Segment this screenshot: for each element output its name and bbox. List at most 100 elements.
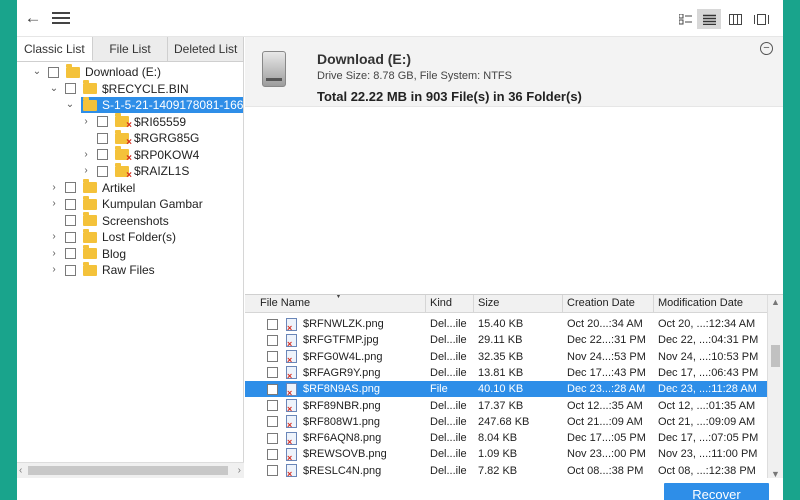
file-table: File Name ▼ Kind Size Creation Date Modi… [245,294,783,480]
tree-item[interactable]: › Kumpulan Gambar [49,195,203,212]
column-view-icon[interactable] [723,9,747,29]
tab-classic-list[interactable]: Classic List [17,37,93,61]
checkbox[interactable] [65,182,76,193]
checkbox[interactable] [97,149,108,160]
chevron-right-icon[interactable]: › [49,262,59,278]
checkbox[interactable] [97,165,108,177]
column-header-modification-date[interactable]: Modification Date [654,295,767,313]
file-name-text: $RF89NBR.png [303,399,381,412]
list-view-icon[interactable] [697,9,721,29]
column-header-kind[interactable]: Kind [426,295,474,313]
deleted-image-file-icon [286,431,297,445]
checkbox[interactable] [267,367,278,379]
tree-item[interactable]: $RGRG85G [81,129,200,148]
tree-item[interactable]: Screenshots [49,212,169,229]
tree-item[interactable]: › Artikel [49,179,135,196]
table-row[interactable]: $RF89NBR.png Del...ile 17.37 KB Oct 12...:3… [245,398,767,414]
tree-item-label: $RECYCLE.BIN [102,81,189,96]
cell-kind: Del...ile [430,366,467,379]
filmstrip-view-icon[interactable] [749,9,773,29]
checkbox[interactable] [65,83,76,94]
table-row[interactable]: $RF808W1.png Del...ile 247.68 KB Oct 21...:… [245,414,767,430]
tree-item[interactable]: ⌄ $RECYCLE.BIN [49,80,189,97]
cell-kind: Del...ile [430,350,467,363]
tree-item[interactable]: › Lost Folder(s) [49,228,176,245]
checkbox[interactable] [267,465,278,477]
table-row[interactable]: $RFG0W4L.png Del...ile 32.35 KB Nov 24...:5… [245,349,767,365]
table-row[interactable]: $RF6AQN8.png Del...ile 8.04 KB Dec 17...:05… [245,430,767,446]
tree-item-label: Raw Files [102,263,155,277]
table-row[interactable]: $RFAGR9Y.png Del...ile 13.81 KB Dec 17...:4… [245,365,767,381]
scroll-left-icon[interactable]: ‹ [19,463,22,478]
scrollbar-thumb[interactable] [771,345,780,367]
column-header-size[interactable]: Size [474,295,563,313]
checkbox[interactable] [65,215,76,226]
tree-item[interactable]: › $RAIZL1S [81,162,189,181]
checkbox[interactable] [267,400,278,411]
checkbox[interactable] [267,351,278,363]
scrollbar-thumb[interactable] [28,466,228,475]
tree-item[interactable]: › Raw Files [49,261,155,278]
chevron-right-icon[interactable]: › [81,147,91,163]
table-row[interactable]: $RESLC4N.png Del...ile 7.82 KB Oct 08...:38… [245,463,767,479]
scroll-right-icon[interactable]: › [238,463,241,478]
tree-item[interactable]: › $RP0KOW4 [81,146,199,164]
cell-modification-date: Dec 17, ...:06:43 PM [658,366,759,379]
checkbox[interactable] [65,248,76,259]
tree-item[interactable]: ⌄ Download (E:) [32,63,162,80]
column-header-creation-date[interactable]: Creation Date [563,295,654,313]
tab-deleted-list[interactable]: Deleted List [168,37,245,61]
checkbox[interactable] [65,264,76,276]
hamburger-menu-icon[interactable] [52,12,70,25]
recover-button[interactable]: Recover [664,483,769,500]
chevron-right-icon[interactable]: › [81,114,91,130]
checkbox[interactable] [97,132,108,144]
thumbnail-view-icon[interactable] [673,9,697,29]
table-row[interactable]: $RFGTFMP.jpg Del...ile 29.11 KB Dec 22...:3… [245,332,767,348]
cell-creation-date: Oct 20...:34 AM [567,318,643,330]
chevron-down-icon[interactable]: ⌄ [65,97,75,113]
checkbox[interactable] [267,448,278,460]
table-vertical-scrollbar[interactable]: ▲ ▼ [767,295,783,480]
deleted-folder-icon [115,162,132,181]
cell-file-name: $RESLC4N.png [245,464,426,478]
chevron-down-icon[interactable]: ⌄ [49,81,59,97]
tree-item[interactable]: ⌄ S-1-5-21-1409178081-166 [65,96,243,113]
tree-item-label: $RGRG85G [134,131,200,145]
column-header-file-name[interactable]: File Name ▼ [245,295,426,313]
checkbox[interactable] [267,416,278,428]
folder-icon [83,245,97,259]
arrow-left-icon[interactable]: ← [23,8,43,28]
checkbox[interactable] [97,116,108,127]
tree-item[interactable]: › $RI65559 [81,113,186,131]
checkbox[interactable] [267,334,278,346]
table-row[interactable]: $RFNWLZK.png Del...ile 15.40 KB Oct 20...:3… [245,316,767,332]
chevron-right-icon[interactable]: › [49,196,59,212]
tree-item-content: $RP0KOW4 [115,146,199,164]
table-row[interactable]: $REWSOVB.png Del...ile 1.09 KB Nov 23...:00… [245,446,767,462]
folder-icon [66,63,80,78]
table-row[interactable]: $RF8N9AS.png File 40.10 KB Dec 23...:28 AM D… [245,381,767,398]
chevron-right-icon[interactable]: › [49,229,59,245]
tree-horizontal-scrollbar[interactable]: ‹ › [17,462,244,478]
checkbox[interactable] [267,318,278,330]
cell-kind: Del...ile [430,432,467,445]
chevron-right-icon[interactable]: › [49,246,59,262]
folder-icon [83,228,97,243]
chevron-right-icon[interactable]: › [49,180,59,196]
cell-modification-date: Oct 12, ...:01:35 AM [658,399,756,412]
cell-size: 15.40 KB [478,318,524,330]
checkbox[interactable] [65,198,76,210]
scroll-up-icon[interactable]: ▲ [771,297,780,307]
chevron-right-icon[interactable]: › [81,163,91,179]
checkbox[interactable] [267,432,278,444]
collapse-icon[interactable]: − [760,42,773,55]
tree-item[interactable]: › Blog [49,245,126,262]
chevron-down-icon[interactable]: ⌄ [32,64,42,80]
checkbox[interactable] [48,66,59,78]
deleted-image-file-icon [286,447,297,461]
checkbox[interactable] [267,383,278,395]
tree-item-label: Download (E:) [85,65,162,79]
tab-file-list[interactable]: File List [92,37,169,61]
checkbox[interactable] [65,231,76,243]
